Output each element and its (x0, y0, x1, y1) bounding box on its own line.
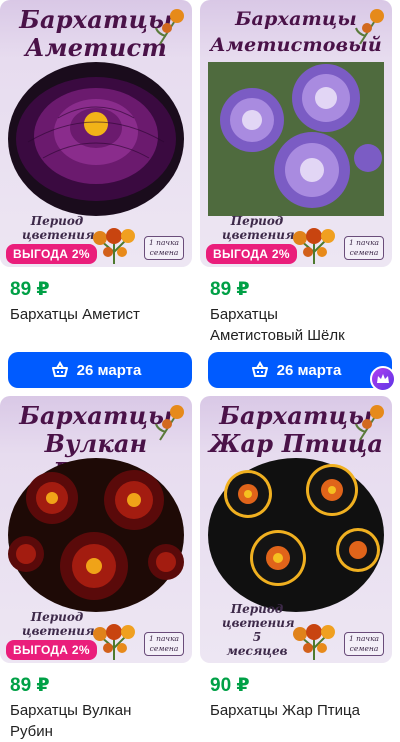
product-image[interactable]: Бархатцы Аметист Период цветения 1 пачка… (0, 0, 192, 267)
discount-badge: ВЫГОДА 2% (6, 640, 97, 660)
flower-photo (208, 62, 384, 216)
product-price: 89 ₽ (210, 279, 250, 300)
product-price: 89 ₽ (10, 675, 50, 696)
marigold-sprig-icon (355, 9, 384, 45)
flower-photo (8, 62, 184, 216)
marigold-bouquet-icon (293, 624, 335, 660)
marigold-sprig-icon (355, 405, 384, 441)
product-name[interactable]: Бархатцы Аметист (10, 304, 190, 325)
product-grid: Бархатцы Аметист Период цветения 1 пачка… (0, 0, 400, 740)
flower-photo (208, 458, 384, 612)
bloom-period-label: Период цветения (22, 610, 95, 638)
discount-badge: ВЫГОДА 2% (206, 244, 297, 264)
marigold-sprig-icon (155, 405, 184, 441)
bloom-period-label: Период цветения (22, 214, 95, 242)
pack-label: 1 пачка семена (344, 236, 384, 260)
product-image[interactable]: Бархатцы Жар Птица Период цветения 5 мес… (200, 396, 392, 663)
delivery-date-button[interactable]: 26 марта (208, 352, 392, 388)
basket-icon (251, 361, 268, 377)
pack-label: 1 пачка семена (144, 236, 184, 260)
discount-badge: ВЫГОДА 2% (6, 244, 97, 264)
product-name[interactable]: Бархатцы Аметистовый Шёлк (210, 304, 390, 346)
product-card[interactable]: Бархатцы Жар Птица Период цветения 5 мес… (200, 396, 392, 738)
basket-icon (51, 361, 68, 377)
product-card[interactable]: Бархатцы Вулкан Рубин Период цветения 1 … (0, 396, 192, 740)
product-name[interactable]: Бархатцы Вулкан Рубин (10, 700, 190, 742)
flower-photo (8, 458, 184, 612)
pack-label: 1 пачка семена (344, 632, 384, 656)
marigold-sprig-icon (155, 9, 184, 45)
delivery-date: 26 марта (76, 361, 142, 379)
product-card[interactable]: Бархатцы Аметистовый Шёлк Период цветени… (200, 0, 396, 396)
product-image[interactable]: Бархатцы Аметистовый Шёлк Период цветени… (200, 0, 392, 267)
product-name[interactable]: Бархатцы Жар Птица (210, 700, 390, 721)
premium-badge (370, 366, 396, 392)
delivery-date: 26 марта (276, 361, 342, 379)
product-image[interactable]: Бархатцы Вулкан Рубин Период цветения 1 … (0, 396, 192, 663)
bloom-period-label: Период цветения (222, 214, 295, 242)
crown-icon (377, 374, 389, 383)
bloom-period-label: Период цветения 5 месяцев (222, 602, 295, 658)
product-price: 90 ₽ (210, 675, 250, 696)
delivery-date-button[interactable]: 26 марта (8, 352, 192, 388)
product-card[interactable]: Бархатцы Аметист Период цветения 1 пачка… (0, 0, 192, 396)
pack-label: 1 пачка семена (144, 632, 184, 656)
product-price: 89 ₽ (10, 279, 50, 300)
